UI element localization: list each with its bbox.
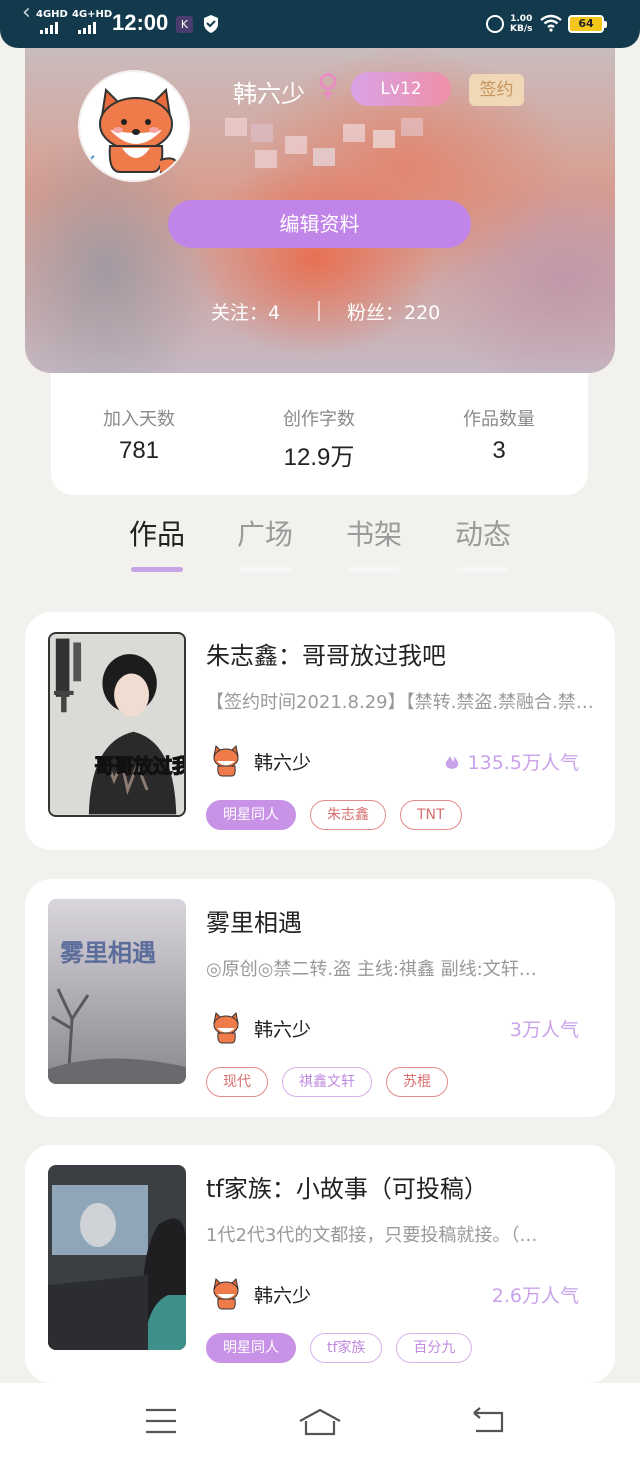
net-speed-value: 1.00 bbox=[510, 14, 533, 24]
book-title[interactable]: 雾里相遇 bbox=[206, 903, 302, 938]
author-name[interactable]: 韩六少 bbox=[254, 1281, 311, 1308]
tag-list: 明星同人 tf家族 百分九 bbox=[206, 1333, 486, 1363]
avatar[interactable] bbox=[78, 70, 190, 182]
author-avatar-icon bbox=[213, 744, 239, 777]
author-name[interactable]: 韩六少 bbox=[254, 748, 311, 775]
back-icon[interactable] bbox=[470, 1407, 506, 1435]
female-icon: ♀ bbox=[317, 68, 339, 103]
tab-bar: 作品 广场 书架 动态 bbox=[0, 495, 640, 585]
clock: 12:00 bbox=[112, 10, 169, 35]
stat-label: 创作字数 bbox=[283, 409, 355, 430]
wifi-icon bbox=[540, 14, 562, 32]
book-card[interactable]: T 哥哥放过我吧 朱志鑫：哥哥放过我吧 【签约时间2021.8.29】【禁转.禁… bbox=[25, 612, 615, 850]
network-label-1: 4GHD bbox=[36, 9, 68, 20]
alarm-icon bbox=[486, 15, 504, 33]
blurred-id-mosaic bbox=[225, 118, 423, 172]
tab-works[interactable]: 作品 bbox=[122, 513, 192, 572]
popularity: 2.6万人气 bbox=[491, 1285, 579, 1307]
book-description: 1代2代3代的文都接，只要投稿就接。（… bbox=[206, 1225, 538, 1246]
signal-icon bbox=[40, 22, 62, 34]
stat-value: 3 bbox=[492, 437, 506, 464]
battery-icon: 64 bbox=[568, 15, 607, 33]
tag[interactable]: 明星同人 bbox=[206, 800, 296, 830]
cover-image: 雾里相遇 bbox=[48, 899, 186, 1084]
profile-header: 韩六少 ♀ Lv12 签约 编辑资料 关注：4 粉丝：220 bbox=[25, 48, 615, 373]
nickname: 韩六少 bbox=[233, 80, 305, 108]
stat-label: 加入天数 bbox=[103, 409, 175, 430]
book-title[interactable]: tf家族：小故事（可投稿） bbox=[206, 1169, 488, 1204]
tag[interactable]: 明星同人 bbox=[206, 1333, 296, 1363]
tag[interactable]: 苏棍 bbox=[386, 1067, 448, 1097]
tab-indicator bbox=[457, 567, 509, 572]
tab-label: 书架 bbox=[345, 518, 402, 551]
tag[interactable]: 现代 bbox=[206, 1067, 268, 1097]
tag-list: 明星同人 朱志鑫 TNT bbox=[206, 800, 476, 830]
tag[interactable]: 朱志鑫 bbox=[310, 800, 386, 830]
fans-count[interactable]: 粉丝：220 bbox=[347, 298, 440, 325]
book-cover[interactable]: T 哥哥放过我吧 bbox=[48, 632, 186, 817]
back-arrow-icon[interactable]: ‹ bbox=[22, 0, 31, 25]
tag[interactable]: tf家族 bbox=[310, 1333, 383, 1363]
cover-image bbox=[48, 1165, 186, 1350]
net-speed-unit: KB/s bbox=[510, 24, 533, 34]
stat-word-count: 创作字数 12.9万 bbox=[239, 405, 399, 472]
tab-label: 动态 bbox=[454, 518, 511, 551]
tag[interactable]: 百分九 bbox=[396, 1333, 473, 1363]
menu-icon[interactable] bbox=[144, 1407, 178, 1435]
svg-text:T: T bbox=[54, 685, 74, 719]
stat-works-count: 作品数量 3 bbox=[419, 405, 579, 465]
author-name[interactable]: 韩六少 bbox=[254, 1015, 311, 1042]
cover-image: T 哥哥放过我吧 bbox=[50, 634, 184, 815]
tag[interactable]: TNT bbox=[400, 800, 462, 830]
divider bbox=[318, 301, 320, 321]
follow-stats: 关注：4 粉丝：220 bbox=[25, 298, 615, 324]
system-nav-bar bbox=[0, 1383, 640, 1458]
shield-icon bbox=[204, 15, 218, 33]
signal-icon bbox=[78, 22, 100, 34]
status-bar: ‹ 4GHD 4G+HD 12:00 K 1.00 KB/s 64 bbox=[0, 0, 640, 48]
popularity-value: 135.5万人气 bbox=[467, 752, 579, 774]
author-avatar-icon bbox=[213, 1277, 239, 1310]
signed-badge: 签约 bbox=[469, 74, 524, 106]
flame-icon bbox=[445, 753, 458, 769]
stat-label: 作品数量 bbox=[463, 409, 535, 430]
home-icon[interactable] bbox=[298, 1407, 342, 1437]
edit-profile-button[interactable]: 编辑资料 bbox=[168, 200, 471, 248]
network-label-2: 4G+HD bbox=[72, 9, 113, 20]
level-badge: Lv12 bbox=[351, 72, 451, 106]
author-avatar-icon bbox=[213, 1011, 239, 1044]
tab-activity[interactable]: 动态 bbox=[448, 513, 518, 572]
tab-square[interactable]: 广场 bbox=[230, 513, 300, 572]
book-description: ◎原创◎禁二转.盗 主线:祺鑫 副线:文轩… bbox=[206, 959, 537, 980]
book-cover[interactable] bbox=[48, 1165, 186, 1350]
following-count[interactable]: 关注：4 bbox=[211, 298, 280, 325]
k-app-icon: K bbox=[176, 16, 193, 33]
tab-indicator bbox=[131, 567, 183, 572]
book-card[interactable]: tf家族：小故事（可投稿） 1代2代3代的文都接，只要投稿就接。（… 韩六少 2… bbox=[25, 1145, 615, 1383]
fox-avatar-icon bbox=[89, 87, 178, 175]
stats-card: 加入天数 781 创作字数 12.9万 作品数量 3 bbox=[51, 373, 588, 495]
tab-indicator bbox=[348, 567, 400, 572]
tab-indicator bbox=[239, 567, 291, 572]
popularity: 3万人气 bbox=[509, 1019, 579, 1041]
net-speed: 1.00 KB/s bbox=[510, 14, 532, 34]
book-card[interactable]: 雾里相遇 雾里相遇 ◎原创◎禁二转.盗 主线:祺鑫 副线:文轩… 韩六少 3万人… bbox=[25, 879, 615, 1117]
tab-label: 作品 bbox=[128, 518, 185, 551]
book-cover[interactable]: 雾里相遇 bbox=[48, 899, 186, 1084]
tab-bookshelf[interactable]: 书架 bbox=[339, 513, 409, 572]
stat-value: 12.9万 bbox=[283, 444, 355, 471]
tag[interactable]: 祺鑫文轩 bbox=[282, 1067, 372, 1097]
popularity: 135.5万人气 bbox=[444, 748, 579, 775]
cover-title: 哥哥放过我吧 bbox=[95, 755, 184, 778]
tab-label: 广场 bbox=[236, 518, 293, 551]
book-title[interactable]: 朱志鑫：哥哥放过我吧 bbox=[206, 636, 446, 671]
cover-title: 雾里相遇 bbox=[60, 939, 156, 967]
stat-value: 781 bbox=[118, 437, 160, 464]
book-description: 【签约时间2021.8.29】【禁转.禁盗.禁融合.禁抄袭】 bbox=[206, 692, 598, 713]
tag-list: 现代 祺鑫文轩 苏棍 bbox=[206, 1067, 462, 1097]
stat-join-days: 加入天数 781 bbox=[59, 405, 219, 465]
